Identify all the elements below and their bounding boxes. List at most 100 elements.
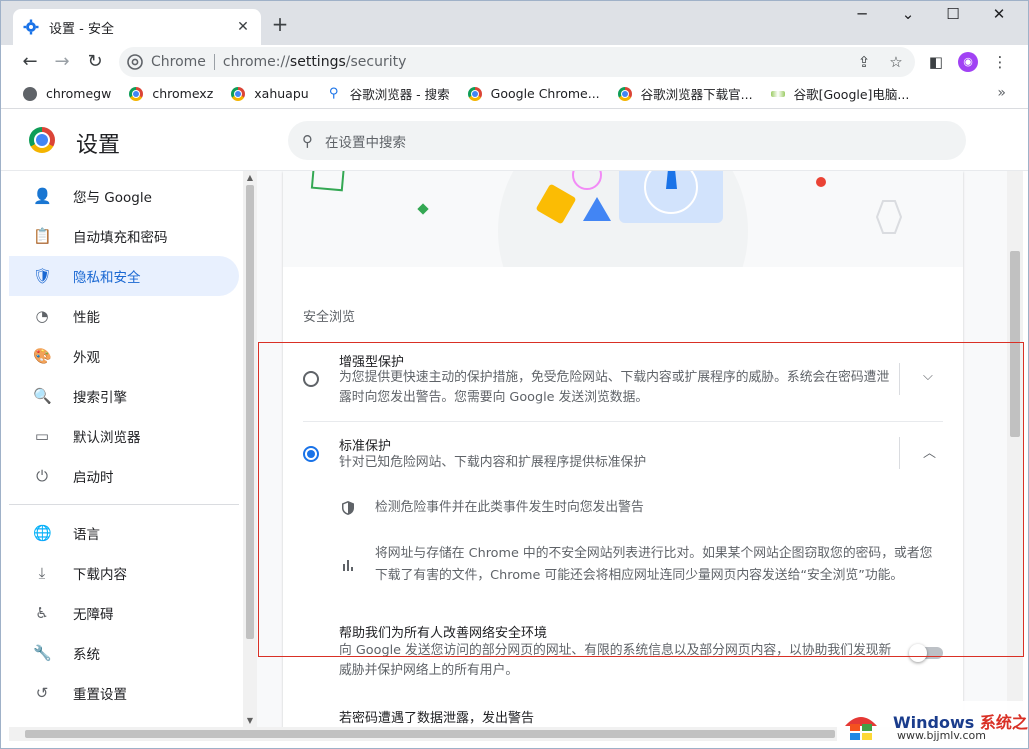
sidebar-item-label: 下载内容 <box>73 567 127 583</box>
sidebar-scroll-thumb[interactable] <box>246 185 254 639</box>
watermark-url: www.bjjmlv.com <box>897 729 986 742</box>
windows-logo-icon <box>845 717 877 740</box>
sidebar-item[interactable]: ◔ 性能 <box>9 296 239 336</box>
standard-protection-desc: 针对已知危险网站、下载内容和扩展程序提供标准保护 <box>339 455 647 470</box>
chevron-down-icon[interactable]: ⌵ <box>923 369 933 384</box>
standard-protection-option[interactable]: 标准保护 针对已知危险网站、下载内容和扩展程序提供标准保护 ︿ <box>283 433 963 473</box>
minimize-button[interactable]: ─ <box>847 5 877 23</box>
illustration-shapes-icon <box>310 171 903 267</box>
restore-button[interactable]: ⌄ <box>893 5 923 23</box>
close-window-button[interactable]: ✕ <box>984 5 1014 23</box>
sidebar-item-label: 外观 <box>73 350 100 366</box>
sidebar-item[interactable]: 🌐 语言 <box>9 513 239 553</box>
detect-danger-text: 检测危险事件并在此类事件发生时向您发出警告 <box>375 500 644 515</box>
sidebar-item-label: 启动时 <box>73 470 114 486</box>
bookmark-item[interactable]: Google Chrome... <box>467 86 600 101</box>
wrench-icon: 🔧 <box>33 644 52 662</box>
sidebar-item[interactable]: ▭ 默认浏览器 <box>9 416 239 456</box>
more-menu-icon[interactable]: ⋮ <box>991 53 1009 71</box>
sidebar-item[interactable]: ♿ 无障碍 <box>9 593 239 633</box>
horizontal-scroll-thumb[interactable] <box>25 730 835 738</box>
sidebar-item[interactable]: 📋 自动填充和密码 <box>9 216 239 256</box>
sidebar-scrollbar[interactable]: ▲ ▼ <box>243 171 257 727</box>
chrome-logo-icon <box>29 127 55 153</box>
watermark: Windows 系统之家 www.bjjmlv.com <box>837 701 1028 747</box>
bookmark-label: 谷歌浏览器下载官... <box>640 87 753 102</box>
sidebar-item[interactable]: 🔧 系统 <box>9 633 239 673</box>
sidebar-item[interactable]: ↺ 重置设置 <box>9 673 239 713</box>
side-panel-icon[interactable]: ◧ <box>927 53 945 71</box>
settings-search-input[interactable]: ⚲ 在设置中搜索 <box>288 121 966 160</box>
enhanced-protection-option[interactable]: 增强型保护 为您提供更快速主动的保护措施，免受危险网站、下载内容或扩展程序的威胁… <box>283 347 963 419</box>
address-bar[interactable]: Chrome chrome://settings/security <box>119 47 915 77</box>
settings-header: 设置 ⚲ 在设置中搜索 <box>1 109 1028 171</box>
clipboard-icon: 📋 <box>33 227 52 245</box>
maximize-button[interactable]: ☐ <box>938 5 968 23</box>
new-tab-button[interactable]: + <box>269 13 291 35</box>
sidebar-item-label: 隐私和安全 <box>73 270 141 286</box>
scroll-up-arrow-icon[interactable]: ▲ <box>243 173 257 182</box>
speedometer-icon: ◔ <box>35 307 49 325</box>
sidebar-item-label: 无障碍 <box>73 607 114 623</box>
compare-url-item: 将网址与存储在 Chrome 中的不安全网站列表进行比对。如果某个网站企图窃取您… <box>339 543 939 593</box>
bookmark-item[interactable]: chromexz <box>129 86 213 101</box>
sidebar-item[interactable]: 🔍 搜索引擎 <box>9 376 239 416</box>
share-icon[interactable]: ⇪ <box>855 53 873 71</box>
browser-window: 设置 - 安全 ✕ + ─ ⌄ ☐ ✕ ← → ↻ Chrome chrome:… <box>0 0 1029 749</box>
bookmark-item[interactable]: 谷歌浏览器下载官... <box>617 84 753 103</box>
tab-settings-security[interactable]: 设置 - 安全 ✕ <box>13 9 261 45</box>
globe-icon: 🌐 <box>33 524 52 542</box>
sidebar-item[interactable]: 👤 您与 Google <box>9 176 239 216</box>
chrome-site-icon[interactable] <box>127 54 143 70</box>
bookmark-label: xahuapu <box>254 86 309 101</box>
tab-close-icon[interactable]: ✕ <box>235 19 251 35</box>
search-icon: ⚲ <box>302 131 313 150</box>
star-icon[interactable]: ☆ <box>887 53 905 71</box>
password-warn-title: 若密码遭遇了数据泄露，发出警告 <box>339 711 535 726</box>
option-separator <box>303 421 943 422</box>
flag-icon <box>770 90 785 97</box>
chevron-up-icon[interactable]: ︿ <box>923 442 936 461</box>
sidebar-item[interactable]: ⏻ 启动时 <box>9 456 239 496</box>
forward-button[interactable]: → <box>51 51 73 73</box>
tab-title: 设置 - 安全 <box>49 21 114 37</box>
bookmark-label: 谷歌浏览器 - 搜索 <box>349 87 450 102</box>
bookmarks-overflow-icon[interactable]: » <box>997 85 1006 101</box>
bookmark-label: 谷歌[Google]电脑... <box>793 87 910 102</box>
standard-protection-radio[interactable] <box>303 446 319 462</box>
search-icon: ⚲ <box>328 85 339 101</box>
sidebar-item-label: 您与 Google <box>73 190 152 206</box>
sidebar-item[interactable]: 🎨 外观 <box>9 336 239 376</box>
profile-avatar[interactable]: ◉ <box>958 52 978 72</box>
site-label: Chrome <box>151 54 206 70</box>
omnibox-divider <box>213 54 215 70</box>
globe-icon <box>23 86 37 101</box>
settings-main: 安全浏览 增强型保护 为您提供更快速主动的保护措施，免受危险网站、下载内容或扩展… <box>257 171 1007 727</box>
sidebar-item-label: 系统 <box>73 647 100 663</box>
toolbar: ← → ↻ Chrome chrome://settings/security … <box>1 45 1028 79</box>
help-improve-row[interactable]: 帮助我们为所有人改善网络安全环境 向 Google 发送您访问的部分网页的网址、… <box>283 621 963 683</box>
main-scrollbar[interactable] <box>1007 171 1023 727</box>
search-placeholder: 在设置中搜索 <box>325 134 406 151</box>
power-icon: ⏻ <box>36 467 48 485</box>
compare-url-text: 将网址与存储在 Chrome 中的不安全网站列表进行比对。如果某个网站企图窃取您… <box>375 546 933 583</box>
main-scroll-thumb[interactable] <box>1010 251 1020 437</box>
bookmark-item[interactable]: ⚲ 谷歌浏览器 - 搜索 <box>327 84 450 103</box>
sidebar-item-label: 自动填充和密码 <box>73 230 168 246</box>
bookmark-item[interactable]: chromegw <box>23 86 111 101</box>
option-divider <box>899 437 900 469</box>
bookmark-item[interactable]: xahuapu <box>231 86 309 101</box>
bookmark-item[interactable]: 谷歌[Google]电脑... <box>770 84 910 103</box>
help-improve-toggle[interactable] <box>909 644 943 662</box>
title-bar: 设置 - 安全 ✕ + ─ ⌄ ☐ ✕ <box>1 1 1028 45</box>
sidebar-item[interactable]: ⤓ 下载内容 <box>9 553 239 593</box>
enhanced-protection-radio[interactable] <box>303 371 319 387</box>
sidebar-item-label: 语言 <box>73 527 100 543</box>
back-button[interactable]: ← <box>19 51 41 73</box>
reload-button[interactable]: ↻ <box>84 51 106 73</box>
security-illustration <box>283 171 963 267</box>
sidebar-item[interactable]: 🛡 隐私和安全 <box>9 256 239 296</box>
bookmark-label: Google Chrome... <box>490 86 600 101</box>
sidebar-item-label: 搜索引擎 <box>73 390 127 406</box>
scroll-down-arrow-icon[interactable]: ▼ <box>243 716 257 725</box>
